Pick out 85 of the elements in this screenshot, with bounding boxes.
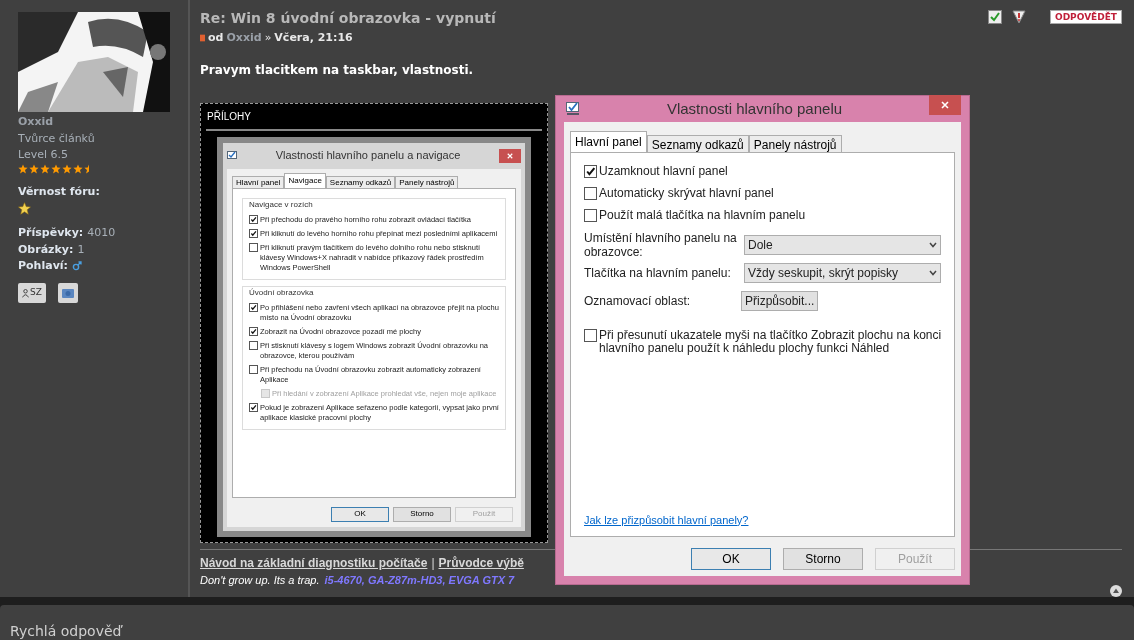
close-icon <box>941 101 949 109</box>
option-label: Použít malá tlačítka na hlavním panelu <box>599 209 806 222</box>
star-icon <box>62 163 72 174</box>
signature-motto: Don't grow up. Its a trap. <box>200 572 320 588</box>
post-body: Pravym tlacitkem na taskbar, vlastnosti. <box>200 61 475 79</box>
option-label: Při přesunutí ukazatele myši na tlačítko Zobrazit plochu na konci hlavního panelu použít k náhledu plochy funkci Náhled <box>599 329 943 355</box>
group-title: Navigace v rozích <box>249 198 314 211</box>
field-label: Oznamovací oblast: <box>584 293 692 310</box>
checkbox[interactable] <box>584 187 597 200</box>
chevron-down-icon <box>929 242 937 248</box>
star-icon <box>51 163 61 174</box>
dialog-title: Vlastnosti hlavního panelu a navigace <box>274 148 462 164</box>
stat-value: 4010 <box>87 225 116 241</box>
checkbox[interactable] <box>249 228 258 238</box>
dialog-tab[interactable]: Panely nástrojů <box>748 135 842 153</box>
checkbox[interactable] <box>584 209 597 222</box>
field-label: Tlačítka na hlavním panelu: <box>584 266 732 280</box>
star-icon <box>18 202 31 215</box>
option-label: Uzamknout hlavní panel <box>599 165 728 178</box>
camera-button[interactable] <box>58 282 78 303</box>
dialog-button[interactable]: OK <box>331 506 389 522</box>
dropdown[interactable]: Vždy seskupit, skrýt popisky <box>744 263 941 283</box>
warning-icon[interactable] <box>1012 10 1026 24</box>
message-button[interactable]: SZ <box>18 282 46 303</box>
attachments-heading: PŘÍLOHY <box>206 108 542 131</box>
help-link[interactable]: Jak lze přizpůsobit hlavní panely? <box>584 511 944 528</box>
dialog-tab[interactable]: Hlavní panel <box>232 175 285 189</box>
close-button[interactable] <box>929 95 961 115</box>
half-star-icon <box>84 163 89 174</box>
checkbox[interactable] <box>249 340 258 350</box>
hardware-specs: i5-4670, GA-Z87m-HD3, EVGA GTX 7 <box>324 572 515 588</box>
close-button[interactable] <box>499 148 521 163</box>
checkbox[interactable] <box>584 165 597 178</box>
post-date: Včera, 21:16 <box>274 30 353 46</box>
checkbox[interactable] <box>249 214 258 224</box>
chevron-down-icon <box>929 270 937 276</box>
dialog-tab[interactable]: Seznamy odkazů <box>325 175 396 189</box>
checkbox[interactable] <box>584 329 597 342</box>
field-label: Umístění hlavního panelu na obrazovce: <box>584 231 738 259</box>
star-icon <box>18 163 28 174</box>
dialog-button[interactable]: Storno <box>783 548 863 570</box>
checkbox[interactable] <box>249 402 258 412</box>
group-title: Úvodní obrazovka <box>249 286 315 299</box>
dialog-title: Vlastnosti hlavního panelu <box>665 98 844 119</box>
male-icon <box>72 261 82 272</box>
checkbox[interactable] <box>249 242 258 252</box>
check-icon[interactable] <box>988 10 1002 24</box>
username[interactable]: Oxxid <box>18 114 188 131</box>
dialog-button[interactable]: Storno <box>393 506 451 522</box>
reply-button[interactable]: ODPOVĚDĚT <box>1050 10 1122 24</box>
post-by: od <box>208 30 224 46</box>
close-icon <box>507 152 513 159</box>
author-link[interactable]: Oxxid <box>226 30 262 47</box>
post-title: Re: Win 8 úvodní obrazovka - vypnutí <box>200 9 496 28</box>
checkbox[interactable] <box>249 326 258 336</box>
app-icon <box>227 150 237 161</box>
post-separator: » <box>264 30 272 46</box>
post-icon <box>200 34 205 43</box>
checkbox[interactable] <box>249 302 258 312</box>
loyalty-label: Věrnost fóru: <box>18 183 101 200</box>
stat-value: 1 <box>77 241 85 258</box>
signature-link[interactable]: Návod na základní diagnostiku počítače <box>200 553 428 572</box>
stat-label: Obrázky: <box>18 241 74 258</box>
stat-label: Příspěvky: <box>18 225 84 241</box>
user-level: Level 6.5 <box>18 147 70 163</box>
person-icon <box>22 287 30 298</box>
dialog-tab[interactable]: Seznamy odkazů <box>646 135 749 153</box>
option-label: Automaticky skrývat hlavní panel <box>599 187 774 200</box>
dialog-tab[interactable]: Hlavní panel <box>570 131 647 153</box>
dropdown[interactable]: Dole <box>744 235 941 255</box>
dialog-tab[interactable]: Panely nástrojů <box>395 175 459 189</box>
link-separator: | <box>431 554 435 572</box>
dialog-tab[interactable]: Navigace <box>284 172 326 189</box>
star-icon <box>40 163 50 174</box>
customize-button[interactable]: Přizpůsobit... <box>741 291 819 311</box>
camera-icon <box>61 286 75 299</box>
star-icon <box>29 163 39 174</box>
app-icon <box>566 102 580 116</box>
gender-label: Pohlaví: <box>18 258 68 274</box>
signature-link[interactable]: Průvodce výbě <box>438 553 524 572</box>
quick-reply-heading: Rychlá odpověď <box>10 623 122 639</box>
scroll-up-icon[interactable] <box>1110 585 1122 597</box>
dialog-button[interactable]: OK <box>691 548 771 570</box>
user-rank: Tvůrce článků <box>18 130 96 147</box>
checkbox[interactable] <box>249 364 258 374</box>
